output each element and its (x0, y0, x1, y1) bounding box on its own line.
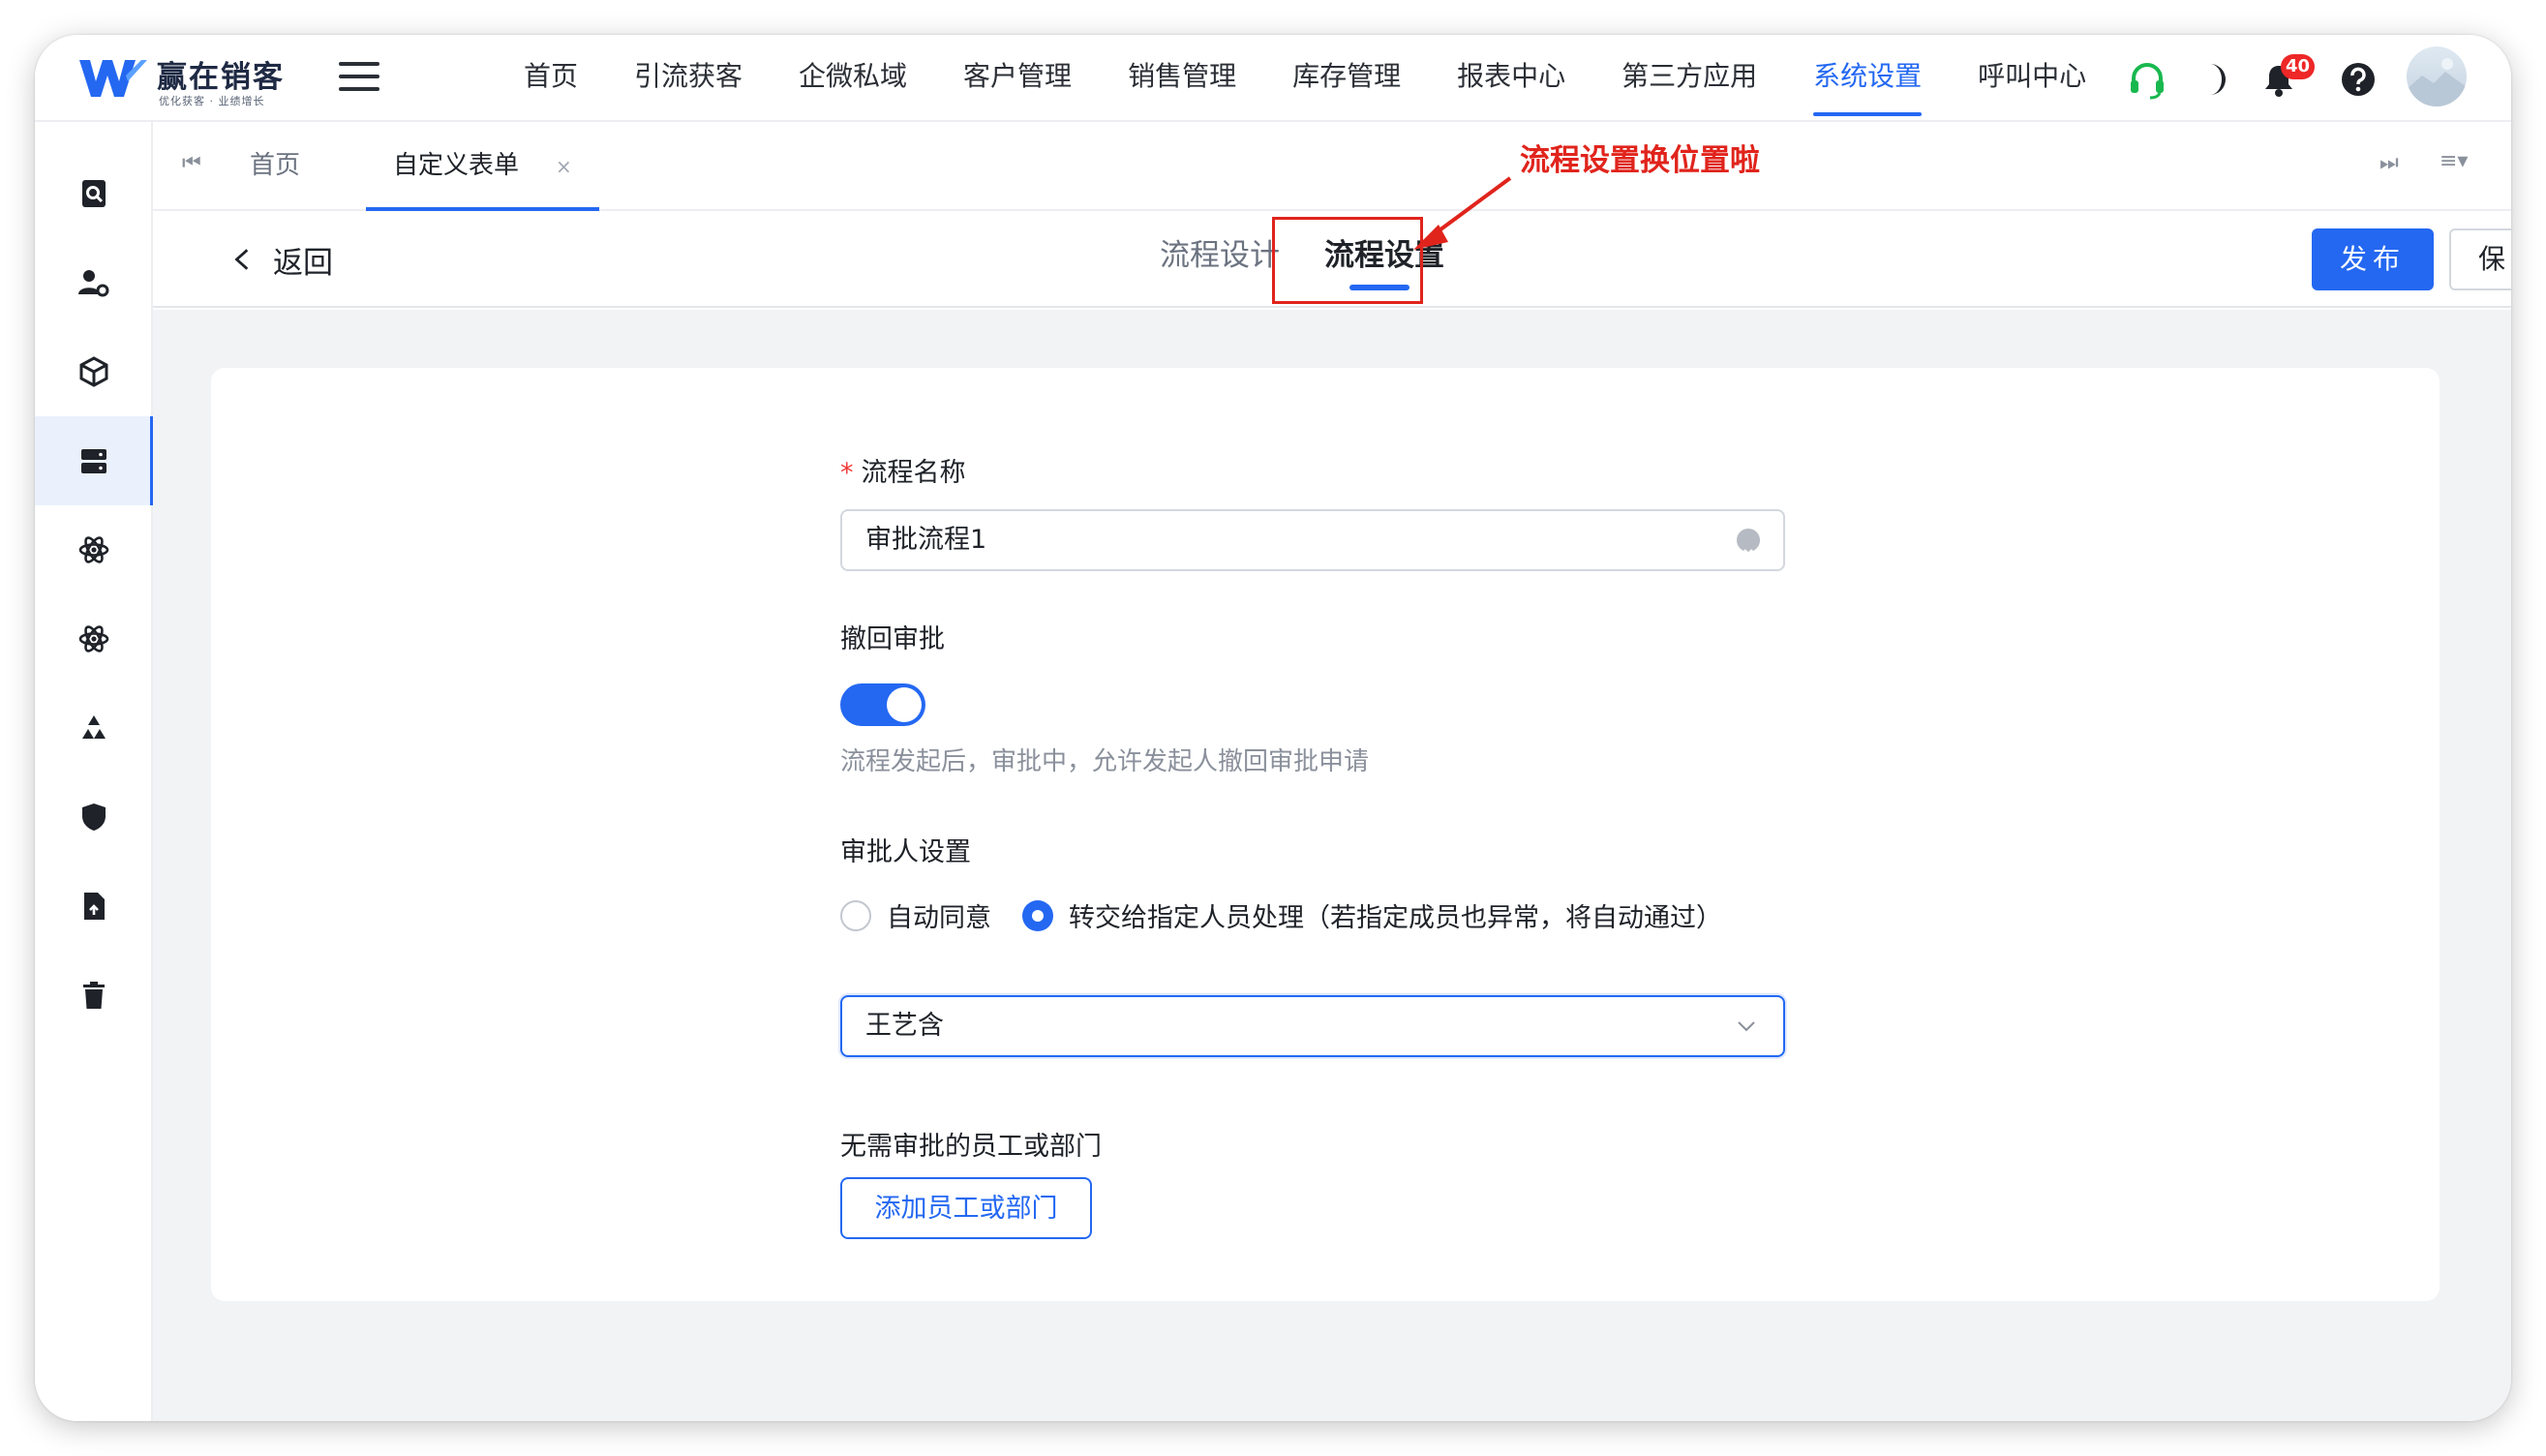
nav-lead-gen[interactable]: 引流获客 (606, 35, 771, 122)
sidebar-item-search-doc[interactable] (35, 149, 153, 238)
radio-auto-approve-label[interactable]: 自动同意 (887, 896, 991, 934)
tab-scroll-first-icon[interactable]: ⏮ (182, 151, 201, 175)
flow-name-value: 审批流程1 (865, 525, 987, 555)
tab-flow-settings[interactable]: 流程设置 (1324, 230, 1444, 290)
user-avatar[interactable] (2407, 46, 2467, 106)
menu-toggle-icon[interactable] (339, 62, 379, 95)
tab-scroll-last-icon[interactable]: ⏭ (2379, 151, 2399, 175)
sidebar-item-atom-2[interactable] (35, 594, 153, 683)
radio-auto-approve[interactable] (840, 899, 871, 931)
annotation-text: 流程设置换位置啦 (1520, 143, 1760, 178)
brand-slogan: 优化获客 · 业绩增长 (159, 95, 265, 107)
nav-third-party-apps[interactable]: 第三方应用 (1593, 35, 1785, 122)
flow-name-input[interactable]: 审批流程1 (840, 509, 1785, 571)
tab-flow-design[interactable]: 流程设计 (1160, 230, 1280, 274)
add-employee-or-dept-button[interactable]: 添加员工或部门 (840, 1177, 1092, 1239)
brand-name: 赢在销客 (157, 60, 285, 95)
clear-input-icon[interactable] (1737, 529, 1760, 559)
atom-icon (78, 536, 109, 563)
sidebar-item-file[interactable] (35, 862, 153, 951)
nav-call-center[interactable]: 呼叫中心 (1950, 35, 2114, 122)
radio-transfer-assignee[interactable] (1022, 899, 1053, 931)
tab-home[interactable]: 首页 (250, 122, 300, 211)
approver-radio-group: 自动同意 转交给指定人员处理（若指定成员也异常，将自动通过） (840, 896, 1753, 934)
nav-sales-mgmt[interactable]: 销售管理 (1100, 35, 1264, 122)
left-sidebar (35, 122, 155, 1421)
file-icon (84, 893, 105, 920)
sidebar-item-user-settings[interactable] (35, 238, 153, 327)
shield-icon (82, 804, 106, 831)
notification-badge: 40 (2281, 54, 2316, 79)
publish-button[interactable]: 发布 (2312, 228, 2434, 290)
nav-home[interactable]: 首页 (496, 35, 606, 122)
withdraw-approval-label: 撤回审批 (840, 624, 945, 654)
sidebar-item-atom-1[interactable] (35, 505, 153, 594)
atom-icon (78, 625, 109, 652)
flow-name-label-text: 流程名称 (861, 458, 966, 488)
tab-custom-form[interactable]: 自定义表单 × (366, 122, 599, 211)
flow-name-label: * 流程名称 (840, 451, 966, 489)
server-icon (81, 449, 106, 473)
sidebar-item-recycle[interactable] (35, 683, 153, 773)
moon-icon[interactable] (2194, 58, 2236, 101)
close-icon (1743, 549, 1753, 559)
search-doc-icon (82, 180, 106, 207)
back-button[interactable]: 返回 (230, 238, 333, 281)
save-button[interactable]: 保存 (2449, 228, 2511, 290)
sidebar-item-shield[interactable] (35, 773, 153, 862)
brand-logo[interactable]: 赢在销客 优化获客 · 业绩增长 (77, 50, 329, 112)
nav-system-settings[interactable]: 系统设置 (1785, 35, 1950, 122)
approver-settings-label: 审批人设置 (840, 837, 971, 867)
exempt-employees-label: 无需审批的员工或部门 (840, 1132, 1102, 1162)
user-settings-icon (78, 270, 109, 297)
nav-wecom-private[interactable]: 企微私域 (771, 35, 935, 122)
approver-select-value: 王艺含 (865, 1011, 944, 1041)
nav-report-center[interactable]: 报表中心 (1429, 35, 1593, 122)
trash-icon (83, 982, 105, 1009)
chevron-down-icon (1738, 1021, 1755, 1032)
nav-customer-mgmt[interactable]: 客户管理 (935, 35, 1100, 122)
toggle-knob (887, 687, 922, 722)
back-label: 返回 (273, 245, 333, 281)
bell-icon[interactable]: 40 (2258, 54, 2316, 101)
tab-custom-form-label: 自定义表单 (393, 151, 520, 180)
app-window: 赢在销客 优化获客 · 业绩增长 首页 引流获客 企微私域 客户管理 销售管理 … (35, 35, 2511, 1421)
required-mark: * (840, 458, 854, 488)
tab-menu-icon[interactable]: ≡▾ (2440, 149, 2468, 173)
nav-inventory-mgmt[interactable]: 库存管理 (1264, 35, 1429, 122)
logo-mark-icon (79, 60, 147, 97)
chevron-left-icon (234, 249, 249, 270)
page-subheader: 返回 流程设计 流程设置 发布 保存 (153, 211, 2511, 308)
radio-transfer-assignee-label[interactable]: 转交给指定人员处理（若指定成员也异常，将自动通过） (1069, 896, 1722, 934)
avatar-landscape-icon (2407, 58, 2467, 106)
withdraw-approval-hint: 流程发起后，审批中，允许发起人撤回审批申请 (840, 747, 1370, 776)
approver-select[interactable]: 王艺含 (840, 995, 1785, 1057)
settings-card (211, 368, 2440, 1301)
help-icon[interactable] (2337, 58, 2379, 101)
cube-icon (79, 356, 108, 387)
top-bar: 赢在销客 优化获客 · 业绩增长 首页 引流获客 企微私域 客户管理 销售管理 … (35, 35, 2511, 122)
tabs-bar: ⏮ 首页 自定义表单 × ⏭ ≡▾ (153, 122, 2511, 211)
headset-icon[interactable] (2126, 58, 2168, 101)
recycle-icon (82, 715, 106, 739)
sidebar-item-server[interactable] (35, 416, 155, 505)
sidebar-item-trash[interactable] (35, 951, 153, 1040)
top-nav: 首页 引流获客 企微私域 客户管理 销售管理 库存管理 报表中心 第三方应用 系… (496, 35, 2114, 122)
sidebar-item-cube[interactable] (35, 327, 153, 416)
tab-close-icon[interactable]: × (556, 155, 572, 178)
withdraw-approval-toggle[interactable] (840, 683, 925, 726)
